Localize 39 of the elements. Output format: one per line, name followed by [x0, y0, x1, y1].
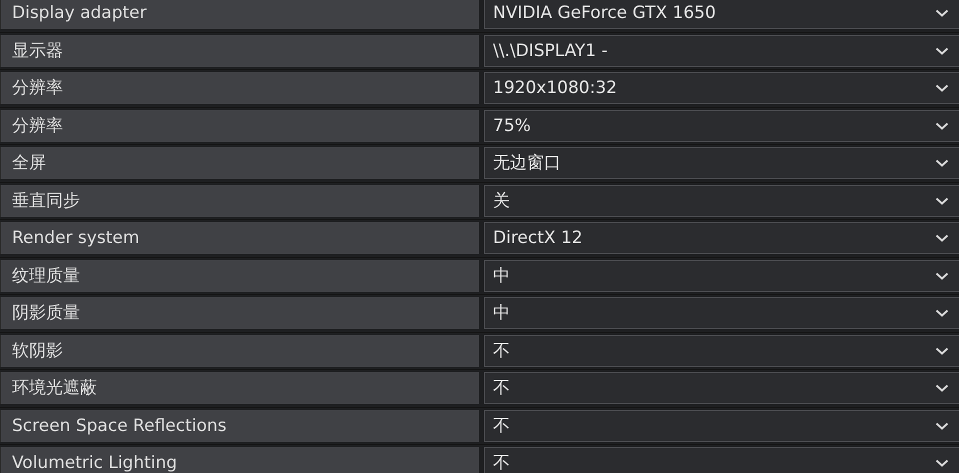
setting-label: 显示器 — [0, 34, 479, 66]
chevron-down-icon — [935, 196, 949, 206]
chevron-down-icon — [935, 158, 949, 168]
setting-label: 垂直同步 — [0, 184, 479, 216]
setting-label: 软阴影 — [0, 334, 479, 366]
setting-dropdown[interactable]: 中 — [484, 260, 959, 292]
setting-label: 全屏 — [0, 147, 479, 179]
chevron-down-icon — [935, 458, 949, 468]
setting-label: Render system — [0, 222, 479, 254]
setting-dropdown[interactable]: 关 — [484, 184, 959, 216]
chevron-down-icon — [935, 46, 949, 56]
setting-dropdown[interactable]: 无边窗口 — [484, 147, 959, 179]
chevron-down-icon — [935, 346, 949, 356]
setting-dropdown[interactable]: DirectX 12 — [484, 222, 959, 254]
chevron-down-icon — [935, 420, 949, 430]
setting-dropdown[interactable]: 75% — [484, 110, 959, 142]
chevron-down-icon — [935, 383, 949, 393]
setting-label: Display adapter — [0, 0, 479, 29]
chevron-down-icon — [935, 83, 949, 93]
setting-label: 分辨率 — [0, 72, 479, 104]
setting-dropdown[interactable]: 中 — [484, 297, 959, 329]
setting-label: 环境光遮蔽 — [0, 372, 479, 404]
setting-label: 阴影质量 — [0, 297, 479, 329]
setting-dropdown[interactable]: NVIDIA GeForce GTX 1650 — [484, 0, 959, 29]
chevron-down-icon — [935, 233, 949, 243]
setting-dropdown[interactable]: 不 — [484, 372, 959, 404]
setting-dropdown[interactable]: 不 — [484, 410, 959, 442]
setting-label: Screen Space Reflections — [0, 410, 479, 442]
chevron-down-icon — [935, 120, 949, 130]
setting-label: 分辨率 — [0, 110, 479, 142]
setting-dropdown[interactable]: 不 — [484, 447, 959, 473]
setting-label: Volumetric Lighting — [0, 447, 479, 473]
setting-dropdown[interactable]: 1920x1080:32 — [484, 72, 959, 104]
chevron-down-icon — [935, 308, 949, 318]
setting-dropdown[interactable]: 不 — [484, 334, 959, 366]
chevron-down-icon — [935, 270, 949, 280]
setting-dropdown[interactable]: \\.\DISPLAY1 - — [484, 34, 959, 66]
setting-label: 纹理质量 — [0, 260, 479, 292]
chevron-down-icon — [935, 8, 949, 18]
